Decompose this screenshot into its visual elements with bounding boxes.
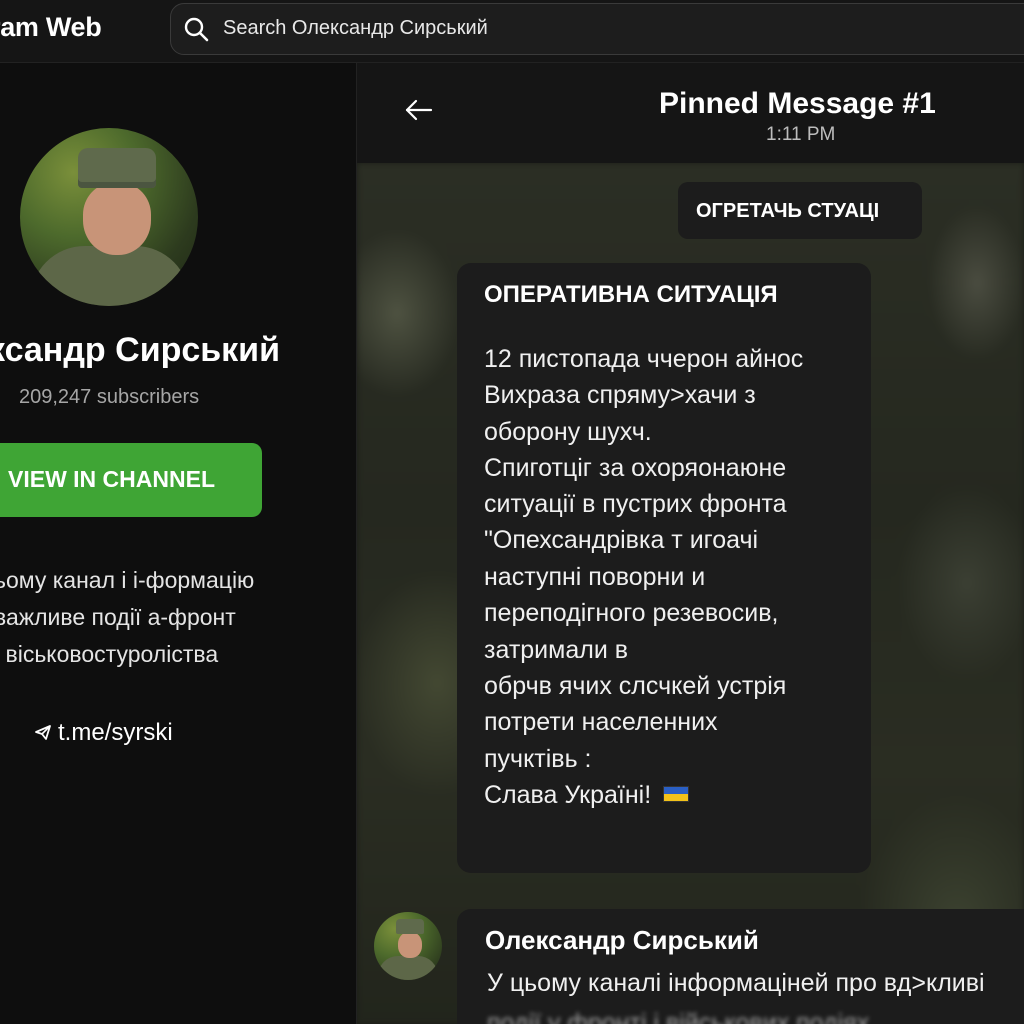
search-input[interactable]: Search Олександр Сирський [170,3,1024,55]
message-line: потрети населенних [484,708,718,736]
message-line: затримали в [484,636,629,664]
ukraine-flag-icon [663,786,690,802]
search-icon [184,17,209,42]
message-text-cut: події у фронті і військових подіях [487,1009,870,1024]
message-tag-label: ОГРЕТАЧЬ СТУАЦІ [696,200,880,222]
chat-header: Pinned Message #1 1:11 PM [357,63,1024,163]
channel-info-panel: ксандр Сирський 209,247 subscribers VIEW… [0,63,356,1024]
top-bar: ram Web Search Олександр Сирський [0,0,1024,63]
message-text: У цьому каналі інформаціней про вд>кливі [487,969,985,997]
channel-description-line: ьому канал і і-формацію [0,567,255,593]
telegram-icon [35,725,51,740]
closing-text: Слава Україні! [484,781,652,809]
app-title: ram Web [0,12,102,42]
message-closing-line: Слава Україні! [484,781,690,810]
channel-description-line: і віськовостуроліства [0,641,219,667]
message-line: "Опехсандрівка т игоачі [484,526,759,554]
channel-name: ксандр Сирський [0,331,280,369]
channel-description-line: важливе події а-фронт [0,604,236,630]
message-line: Вихраза спряму>хачи з [484,381,756,409]
message-line: оборону шухч. [484,418,652,446]
message-line: Спиготціг за охоряонаюне [484,454,787,482]
message-heading: ОПЕРАТИВНА СИТУАЦІЯ [484,281,778,308]
sender-name: Олександр Сирський [485,925,759,955]
channel-link-text: t.me/syrski [58,719,173,746]
channel-link[interactable]: t.me/syrski [34,719,173,747]
message-line: наступні поворни и [484,563,706,591]
search-query: Search Олександр Сирський [223,17,488,39]
sender-avatar[interactable] [374,912,442,980]
channel-message-bubble[interactable]: Олександр Сирський У цьому каналі інформ… [457,909,1024,1024]
subscriber-count: 209,247 subscribers [19,386,200,408]
pinned-message-time: 1:11 PM [766,124,836,145]
message-line: обрчв ячих слсчкей устрія [484,672,787,700]
view-in-channel-label: VIEW IN CHANNEL [8,466,215,492]
chat-panel: Pinned Message #1 1:11 PM ОГРЕТАЧЬ СТУАЦ… [357,63,1024,1024]
back-arrow-icon[interactable] [405,99,433,121]
pinned-message-bubble[interactable]: ОПЕРАТИВНА СИТУАЦІЯ 12 пистопада ччерон … [457,263,871,873]
message-line: пучктівь : [484,745,592,773]
channel-avatar [20,128,198,306]
pinned-message-title: Pinned Message #1 [659,87,936,120]
view-in-channel-button[interactable]: VIEW IN CHANNEL [0,443,262,517]
message-line: 12 пистопада ччерон айнос [484,345,804,373]
message-line: переподігного резевосив, [484,599,779,627]
message-tag: ОГРЕТАЧЬ СТУАЦІ [678,182,922,239]
message-line: ситуації в пустрих фронта [484,490,787,518]
